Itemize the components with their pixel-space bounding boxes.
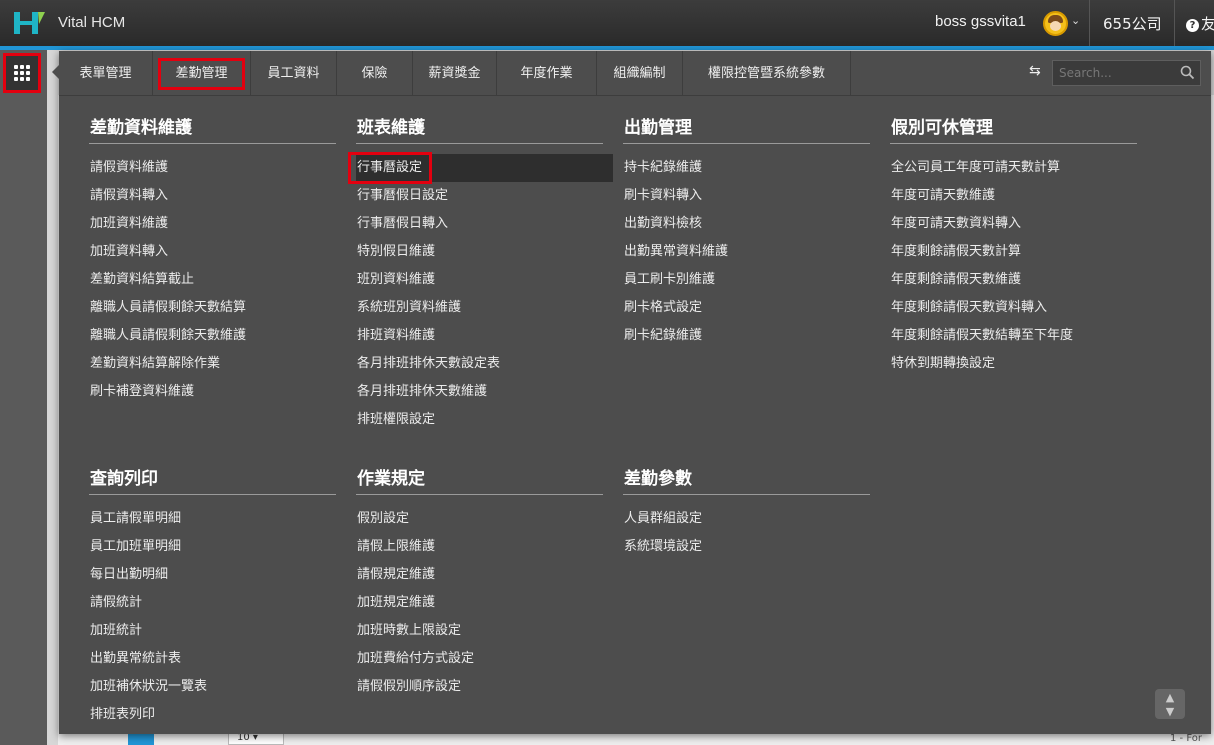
tab-organization[interactable]: 組織編制 xyxy=(597,51,683,96)
menu-item[interactable]: 每日出勤明細 xyxy=(89,561,336,589)
menu-item[interactable]: 請假假別順序設定 xyxy=(356,673,603,701)
grid-icon xyxy=(14,65,30,81)
menu-item[interactable]: 離職人員請假剩餘天數維護 xyxy=(89,322,336,350)
menu-item[interactable]: 差勤資料結算解除作業 xyxy=(89,350,336,378)
menu-tabs: 表單管理 差勤管理 員工資料 保險 薪資獎金 年度作業 組織編制 權限控管暨系統… xyxy=(59,51,1211,96)
tab-attendance[interactable]: 差勤管理 xyxy=(153,51,251,96)
accent-bar xyxy=(0,46,1214,50)
chevron-down-icon[interactable]: ⌄ xyxy=(1071,14,1080,27)
menu-item[interactable]: 請假上限維護 xyxy=(356,533,603,561)
menu-item[interactable]: 加班資料轉入 xyxy=(89,238,336,266)
menu-item[interactable]: 加班資料維護 xyxy=(89,210,336,238)
menu-item[interactable]: 請假規定維護 xyxy=(356,561,603,589)
tab-permissions[interactable]: 權限控管暨系統參數 xyxy=(683,51,851,96)
menu-item[interactable]: 特休到期轉換設定 xyxy=(890,350,1137,378)
menu-item[interactable]: 各月排班排休天數設定表 xyxy=(356,350,613,378)
section-title: 作業規定 xyxy=(356,464,603,495)
menu-item[interactable]: 出勤異常資料維護 xyxy=(623,238,870,266)
divider xyxy=(1174,0,1175,46)
section-title: 查詢列印 xyxy=(89,464,336,495)
menu-item[interactable]: 刷卡紀錄維護 xyxy=(623,322,870,350)
menu-item[interactable]: 年度可請天數維護 xyxy=(890,182,1137,210)
search-box xyxy=(1052,60,1201,86)
apps-menu-button[interactable] xyxy=(3,53,41,93)
search-input[interactable] xyxy=(1053,61,1178,85)
tab-payroll[interactable]: 薪資獎金 xyxy=(413,51,497,96)
company-name[interactable]: 655公司 xyxy=(1103,13,1162,34)
menu-item[interactable]: 各月排班排休天數維護 xyxy=(356,378,613,406)
menu-item[interactable]: 假別設定 xyxy=(356,505,603,533)
menu-item[interactable]: 刷卡資料轉入 xyxy=(623,182,870,210)
menu-item[interactable]: 系統環境設定 xyxy=(623,533,870,561)
menu-item[interactable]: 年度可請天數資料轉入 xyxy=(890,210,1137,238)
search-icon[interactable] xyxy=(1180,65,1195,80)
menu-item[interactable]: 差勤資料結算截止 xyxy=(89,266,336,294)
menu-item[interactable]: 持卡紀錄維護 xyxy=(623,154,870,182)
menu-item[interactable]: 年度剩餘請假天數結轉至下年度 xyxy=(890,322,1137,350)
section-rules: 作業規定 假別設定 請假上限維護 請假規定維護 加班規定維護 加班時數上限設定 … xyxy=(356,464,603,701)
menu-item-calendar-settings[interactable]: 行事曆設定 xyxy=(348,152,613,184)
menu-item[interactable]: 行事曆假日轉入 xyxy=(356,210,613,238)
section-leave-entitlement: 假別可休管理 全公司員工年度可請天數計算 年度可請天數維護 年度可請天數資料轉入… xyxy=(890,113,1137,378)
menu-item[interactable]: 加班統計 xyxy=(89,617,336,645)
menu-item[interactable]: 全公司員工年度可請天數計算 xyxy=(890,154,1137,182)
menu-pointer xyxy=(52,65,59,79)
tab-insurance[interactable]: 保險 xyxy=(337,51,413,96)
top-bar: Vital HCM boss gssvita1 ⌄ 655公司 ? 友 xyxy=(0,0,1214,50)
help-link[interactable]: ? 友 xyxy=(1186,13,1214,34)
tab-employee[interactable]: 員工資料 xyxy=(251,51,337,96)
section-title: 差勤資料維護 xyxy=(89,113,336,144)
left-sidebar xyxy=(0,50,47,745)
menu-item[interactable]: 行事曆假日設定 xyxy=(356,182,613,210)
section-attendance-parameters: 差勤參數 人員群組設定 系統環境設定 xyxy=(623,464,870,561)
tab-annual[interactable]: 年度作業 xyxy=(497,51,597,96)
menu-item[interactable]: 年度剩餘請假天數維護 xyxy=(890,266,1137,294)
menu-item[interactable]: 年度剩餘請假天數資料轉入 xyxy=(890,294,1137,322)
menu-item[interactable]: 出勤異常統計表 xyxy=(89,645,336,673)
menu-item[interactable]: 排班表列印 xyxy=(89,701,336,729)
section-title: 出勤管理 xyxy=(623,113,870,144)
menu-item[interactable]: 人員群組設定 xyxy=(623,505,870,533)
vital-logo-icon[interactable] xyxy=(12,10,46,36)
help-icon: ? xyxy=(1186,19,1199,32)
menu-item[interactable]: 請假資料維護 xyxy=(89,154,336,182)
scroll-toggle-button[interactable]: ▲ ▼ xyxy=(1155,689,1185,719)
menu-item[interactable]: 員工加班單明細 xyxy=(89,533,336,561)
avatar[interactable] xyxy=(1043,11,1068,36)
section-title: 差勤參數 xyxy=(623,464,870,495)
menu-item[interactable]: 加班時數上限設定 xyxy=(356,617,603,645)
menu-item[interactable]: 請假統計 xyxy=(89,589,336,617)
menu-item[interactable]: 員工請假單明細 xyxy=(89,505,336,533)
section-attendance-data: 差勤資料維護 請假資料維護 請假資料轉入 加班資料維護 加班資料轉入 差勤資料結… xyxy=(89,113,336,406)
section-query-print: 查詢列印 員工請假單明細 員工加班單明細 每日出勤明細 請假統計 加班統計 出勤… xyxy=(89,464,336,729)
section-title: 假別可休管理 xyxy=(890,113,1137,144)
menu-item[interactable]: 加班補休狀況一覽表 xyxy=(89,673,336,701)
menu-item[interactable]: 排班權限設定 xyxy=(356,406,613,434)
tab-forms[interactable]: 表單管理 xyxy=(59,51,153,96)
menu-item[interactable]: 加班費給付方式設定 xyxy=(356,645,603,673)
menu-item[interactable]: 員工刷卡別維護 xyxy=(623,266,870,294)
section-schedule: 班表維護 行事曆設定 行事曆假日設定 行事曆假日轉入 特別假日維護 班別資料維護… xyxy=(348,113,613,434)
page-info: 1 - For xyxy=(1170,733,1202,744)
menu-item[interactable]: 請假資料轉入 xyxy=(89,182,336,210)
menu-item[interactable]: 出勤資料檢核 xyxy=(623,210,870,238)
menu-item[interactable]: 刷卡格式設定 xyxy=(623,294,870,322)
swap-icon[interactable]: ⇆ xyxy=(1029,63,1047,81)
section-title: 班表維護 xyxy=(356,113,603,144)
sort-icon: ▲ ▼ xyxy=(1165,691,1175,718)
menu-item[interactable]: 班別資料維護 xyxy=(356,266,613,294)
menu-item[interactable]: 排班資料維護 xyxy=(356,322,613,350)
user-name[interactable]: boss gssvita1 xyxy=(935,13,1026,30)
menu-item[interactable]: 離職人員請假剩餘天數結算 xyxy=(89,294,336,322)
divider xyxy=(1089,0,1090,46)
menu-item[interactable]: 系統班別資料維護 xyxy=(356,294,613,322)
app-title: Vital HCM xyxy=(58,14,126,31)
mega-menu: 表單管理 差勤管理 員工資料 保險 薪資獎金 年度作業 組織編制 權限控管暨系統… xyxy=(52,51,1211,734)
menu-item[interactable]: 年度剩餘請假天數計算 xyxy=(890,238,1137,266)
menu-item[interactable]: 加班規定維護 xyxy=(356,589,603,617)
section-attendance-management: 出勤管理 持卡紀錄維護 刷卡資料轉入 出勤資料檢核 出勤異常資料維護 員工刷卡別… xyxy=(623,113,870,350)
menu-item[interactable]: 刷卡補登資料維護 xyxy=(89,378,336,406)
menu-item[interactable]: 特別假日維護 xyxy=(356,238,613,266)
